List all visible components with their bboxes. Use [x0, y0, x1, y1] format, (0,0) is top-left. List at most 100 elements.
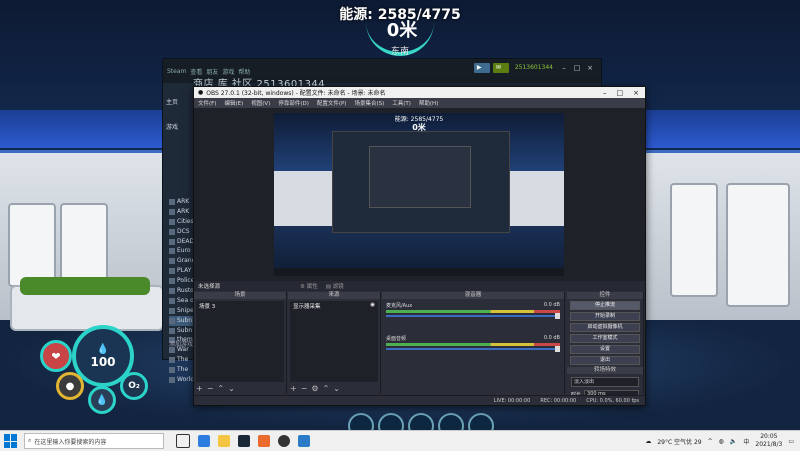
game-icon — [169, 327, 175, 334]
steam-icon[interactable] — [238, 435, 250, 447]
add-game-button[interactable]: 添加游戏 — [169, 339, 193, 348]
game-icon — [169, 376, 175, 383]
steam-game-item[interactable]: Grand — [169, 256, 195, 266]
game-name: DCS — [177, 227, 190, 235]
move-up-icon[interactable]: ⌃ — [217, 384, 224, 393]
obs-menu-item[interactable]: 视图(V) — [251, 99, 270, 107]
ime-indicator[interactable]: 中 — [743, 437, 749, 446]
wall-panel — [726, 183, 790, 307]
track-db: 0.0 dB — [543, 302, 560, 308]
planter — [10, 277, 164, 331]
sources-header: 来源 — [288, 292, 380, 299]
properties-label: 属性 — [306, 284, 318, 290]
steam-game-item[interactable]: DEAD — [169, 237, 195, 247]
level-meter — [386, 343, 560, 346]
track-db: 0.0 dB — [543, 335, 560, 341]
source-item[interactable]: 显示器采集 ◉ — [290, 301, 378, 311]
steam-game-item[interactable]: Sea of — [169, 296, 195, 306]
volume-slider[interactable] — [386, 313, 560, 319]
food-icon: ● — [56, 372, 84, 400]
notification-icon[interactable]: ▭ — [788, 438, 794, 445]
tray-chevron-icon[interactable]: ^ — [708, 438, 713, 445]
obs-menu-item[interactable]: 配置文件(P) — [317, 99, 347, 107]
visibility-icon[interactable]: ◉ — [370, 302, 375, 310]
game-name: PLAY — [177, 267, 192, 275]
obs-icon[interactable] — [278, 435, 290, 447]
steam-game-item[interactable]: ARK — [169, 207, 195, 217]
obs-menu-item[interactable]: 文件(F) — [198, 99, 216, 107]
status-item: CPU: 0.0%, 60.00 fps — [586, 397, 639, 404]
steam-games-filter[interactable]: 游戏 — [163, 118, 195, 135]
mixer-track: 麦克风/Aux 0.0 dB — [386, 302, 560, 319]
subnautica-icon[interactable] — [298, 435, 310, 447]
filters-button[interactable]: ▤ 滤镜 — [326, 282, 344, 290]
close-icon[interactable]: × — [585, 63, 595, 73]
steam-game-item[interactable]: ARK — [169, 197, 195, 207]
taskbar-clock[interactable]: 20:05 2021/8/3 — [755, 433, 782, 449]
control-button[interactable]: 设置 — [570, 345, 640, 354]
steam-game-item[interactable]: The — [169, 355, 195, 365]
properties-button[interactable]: ⚙ 属性 — [300, 282, 318, 290]
steam-game-item[interactable]: The — [169, 365, 195, 375]
explorer-icon[interactable] — [218, 435, 230, 447]
move-down-icon[interactable]: ⌄ — [228, 384, 235, 393]
scene-item[interactable]: 场景 3 — [196, 301, 284, 311]
remove-icon[interactable]: − — [207, 384, 214, 393]
move-down-icon[interactable]: ⌄ — [333, 384, 340, 393]
status-item: REC: 00:00:00 — [540, 397, 577, 404]
obs-menu-item[interactable]: 帮助(H) — [419, 99, 438, 107]
start-button[interactable] — [4, 434, 18, 448]
scenes-dock: 场景 场景 3 + − ⌃ ⌄ — [194, 292, 287, 394]
game-icon — [169, 248, 175, 255]
obs-menu-item[interactable]: 编辑(E) — [224, 99, 243, 107]
steam-menu-steam[interactable]: Steam — [167, 68, 186, 75]
move-up-icon[interactable]: ⌃ — [323, 384, 330, 393]
steam-game-item[interactable]: World — [169, 375, 195, 385]
steam-home-link[interactable]: 主页 — [163, 93, 195, 110]
close-icon[interactable]: × — [633, 89, 639, 97]
clock-date: 2021/8/3 — [755, 441, 783, 448]
track-name: 桌面音频 — [386, 336, 407, 342]
control-button[interactable]: 工作室模式 — [570, 334, 640, 343]
transition-select[interactable]: 淡入淡出 — [571, 377, 639, 387]
volume-icon[interactable]: 🔈 — [730, 438, 737, 445]
task-view-icon[interactable] — [176, 434, 190, 448]
weather-text[interactable]: 29°C 空气优 29 — [657, 437, 701, 446]
obs-menu-item[interactable]: 停靠部件(D) — [278, 99, 309, 107]
maximize-icon[interactable]: □ — [572, 63, 582, 73]
control-button[interactable]: 启动虚拟摄像机 — [570, 323, 640, 332]
game-app-icon[interactable] — [258, 435, 270, 447]
control-button[interactable]: 退出 — [570, 356, 640, 365]
broadcast-button[interactable]: ▶ — [473, 63, 490, 73]
game-icon — [169, 208, 175, 215]
steam-game-item[interactable]: PLAY — [169, 266, 195, 276]
steam-game-item[interactable]: DCS — [169, 227, 195, 237]
edge-icon[interactable] — [198, 435, 210, 447]
obs-preview[interactable]: 能源: 2585/4775 0米 — [194, 108, 645, 281]
steam-game-item[interactable]: Euro — [169, 246, 195, 256]
network-icon[interactable]: ◍ — [719, 438, 724, 445]
minimize-icon[interactable]: – — [559, 63, 569, 73]
game-icon — [169, 268, 175, 275]
taskbar-search[interactable]: ⌕ 在这里输入你要搜索的内容 — [24, 433, 164, 449]
steam-game-item[interactable]: Subn — [169, 315, 195, 326]
minimize-icon[interactable]: – — [603, 89, 607, 97]
obs-menu-item[interactable]: 工具(T) — [392, 99, 411, 107]
steam-game-item[interactable]: Police — [169, 276, 195, 286]
add-icon[interactable]: + — [196, 384, 203, 393]
user-menu[interactable]: 2513601344 — [512, 63, 556, 73]
control-button[interactable]: 开始录制 — [570, 312, 640, 321]
obs-menu-item[interactable]: 场景集合(S) — [354, 99, 384, 107]
steam-game-item[interactable]: Rusto — [169, 286, 195, 296]
gear-icon[interactable]: ⚙ — [311, 384, 318, 393]
search-icon: ⌕ — [28, 437, 32, 444]
add-icon[interactable]: + — [290, 384, 297, 393]
steam-game-item[interactable]: Subn — [169, 326, 195, 336]
control-button[interactable]: 停止推流 — [570, 301, 640, 310]
volume-slider[interactable] — [386, 346, 560, 352]
maximize-icon[interactable]: □ — [617, 89, 624, 97]
steam-game-item[interactable]: Cities — [169, 217, 195, 227]
wallet-button[interactable]: ✉ — [492, 63, 509, 73]
steam-game-item[interactable]: Snipe — [169, 306, 195, 316]
remove-icon[interactable]: − — [301, 384, 308, 393]
